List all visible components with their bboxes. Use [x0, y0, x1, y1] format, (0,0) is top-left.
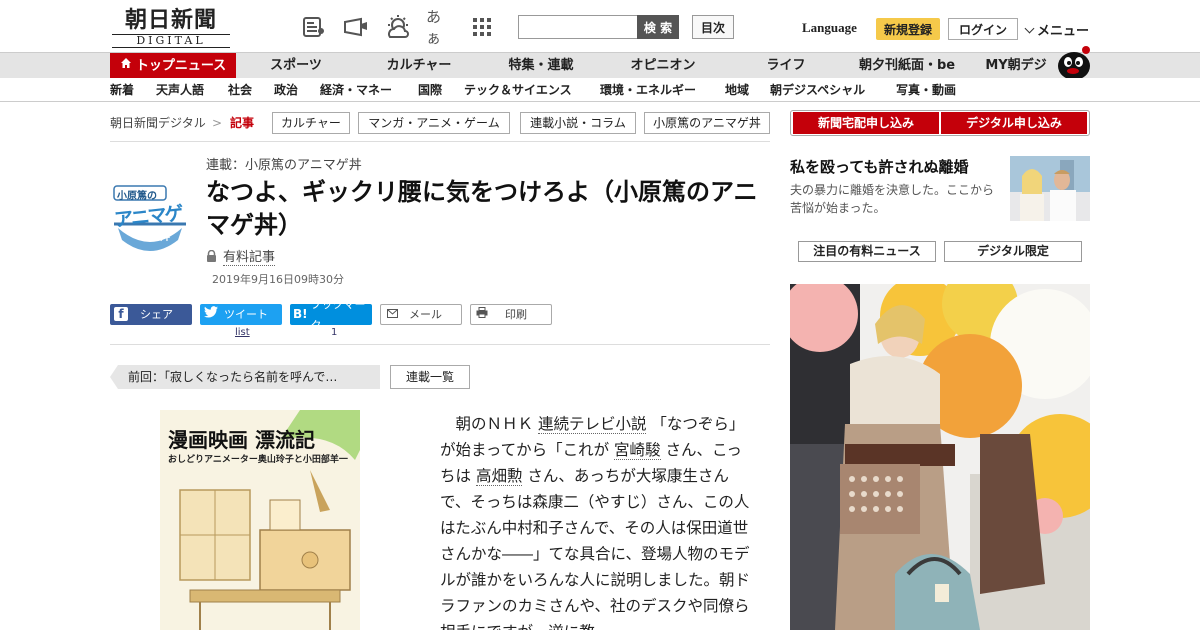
text-size-label: あぁ: [426, 8, 442, 47]
twitter-share-button[interactable]: ツイート: [200, 304, 282, 325]
language-link[interactable]: Language: [802, 20, 857, 36]
breadcrumb-current: 記事: [230, 116, 255, 130]
tag-animage-don[interactable]: 小原篤のアニマゲ丼: [644, 112, 770, 134]
nav-my-asahi[interactable]: MY朝デジ: [980, 53, 1052, 79]
twitter-share-label: ツイート: [224, 308, 268, 321]
primary-nav: トップニュース スポーツ カルチャー 特集・連載 オピニオン ライフ 朝夕刊紙面…: [0, 52, 1200, 79]
book-cover-image[interactable]: 漫画映画 漂流記 おしどりアニメーター奥山玲子と小田部羊一: [160, 410, 360, 630]
toc-button[interactable]: 目次: [692, 15, 734, 39]
twitter-count[interactable]: list: [235, 327, 250, 338]
chevron-down-icon: [1024, 23, 1035, 34]
newspaper-icon[interactable]: [300, 14, 328, 40]
breadcrumb-divider: [110, 141, 770, 142]
book-cover-subtitle: おしどりアニメーター奥山玲子と小田部羊一: [168, 455, 348, 465]
menu-label: メニュー: [1037, 24, 1090, 39]
sidebar-headline[interactable]: 私を殴っても許されぬ離婚: [790, 156, 969, 177]
search-input[interactable]: [518, 15, 638, 39]
article-body: 朝のＮＨＫ 連続テレビ小説 「なつぞら」が始まってから「これが 宮崎駿 さん、こ…: [440, 411, 750, 630]
mail-share-button[interactable]: メール: [380, 304, 462, 325]
sidebar-thumbnail[interactable]: [1010, 156, 1090, 221]
nav2-environment[interactable]: 環境・エネルギー: [600, 78, 696, 102]
tag-serial-column[interactable]: 連載小説・コラム: [520, 112, 636, 134]
print-button[interactable]: 印刷: [470, 304, 552, 325]
paid-label[interactable]: 有料記事: [223, 246, 276, 266]
newspaper-subscribe-button[interactable]: 新聞宅配申し込み: [793, 112, 939, 134]
facebook-icon: f: [110, 304, 132, 325]
twitter-icon: [200, 304, 222, 325]
nav2-tech[interactable]: テック＆サイエンス: [464, 78, 572, 102]
series-thumbnail[interactable]: 小原篤の アニマゲ 丼: [110, 178, 190, 258]
paid-article-indicator: 有料記事: [206, 246, 276, 266]
digital-subscribe-button[interactable]: デジタル申し込み: [941, 112, 1087, 134]
nav-top-news[interactable]: トップニュース: [110, 53, 236, 79]
sidebar-description: 夫の暴力に離婚を決意した。ここから苦悩が始まった。: [790, 183, 995, 215]
facebook-share-label: シェア: [140, 308, 173, 321]
facebook-share-button[interactable]: f シェア: [110, 304, 192, 325]
weather-icon[interactable]: [384, 14, 412, 40]
login-button[interactable]: ログイン: [948, 18, 1018, 40]
nav2-politics[interactable]: 政治: [274, 78, 298, 102]
register-button[interactable]: 新規登録: [876, 18, 940, 40]
mascot-icon: [1058, 46, 1090, 80]
nav-culture[interactable]: カルチャー: [376, 53, 462, 79]
breadcrumb-separator: >: [212, 116, 223, 130]
link-miyazaki[interactable]: 宮崎駿: [614, 441, 661, 460]
logo-jp: 朝日新聞: [124, 7, 217, 33]
nav-paper[interactable]: 朝夕刊紙面・be: [852, 53, 962, 79]
share-divider: [110, 344, 770, 345]
mail-share-label: メール: [409, 308, 442, 321]
nav-features[interactable]: 特集・連載: [496, 53, 586, 79]
hatena-count[interactable]: 1: [331, 327, 337, 338]
apps-grid-icon[interactable]: [468, 14, 496, 40]
prev-arrow-icon: [110, 365, 118, 389]
nav-opinion[interactable]: オピニオン: [620, 53, 706, 79]
tag-culture[interactable]: カルチャー: [272, 112, 350, 134]
series-label[interactable]: 連載：小原篤のアニマゲ丼: [206, 154, 362, 173]
megaphone-icon[interactable]: [342, 14, 370, 40]
print-icon: [471, 304, 493, 325]
nav-life[interactable]: ライフ: [756, 53, 816, 79]
nav2-special[interactable]: 朝デジスペシャル: [770, 78, 865, 102]
logo-en: DIGITAL: [112, 34, 230, 48]
advertisement-image[interactable]: [790, 284, 1090, 630]
book-cover-title: 漫画映画 漂流記: [168, 428, 315, 452]
link-asadora[interactable]: 連続テレビ小説: [537, 415, 647, 434]
previous-article-link[interactable]: 前回：「寂しくなったら名前を呼んで…: [118, 365, 380, 389]
breadcrumb-home[interactable]: 朝日新聞デジタル: [110, 113, 206, 133]
tab-featured-paid-news[interactable]: 注目の有料ニュース: [798, 241, 936, 262]
home-icon: [120, 53, 132, 79]
body-text-1: 朝のＮＨＫ: [455, 415, 534, 433]
nav-top-news-label: トップニュース: [135, 58, 227, 74]
series-thumb-text: 小原篤の: [117, 191, 157, 202]
article-title: なつよ、ギックリ腰に気をつけろよ（小原篤のアニマゲ丼）: [206, 178, 758, 239]
hatena-icon: B!: [292, 307, 308, 321]
link-takahata[interactable]: 高畑勲: [475, 467, 523, 486]
print-label: 印刷: [505, 308, 527, 321]
nav2-region[interactable]: 地域: [725, 78, 749, 102]
asahi-logo[interactable]: 朝日新聞 DIGITAL: [112, 8, 230, 48]
tab-digital-only[interactable]: デジタル限定: [944, 241, 1082, 262]
site-header: 朝日新聞 DIGITAL あぁ 検 索 目次 Language 新規登録 ログイ…: [0, 0, 1200, 52]
nav2-photo[interactable]: 写真・動画: [896, 78, 956, 102]
hatena-bookmark-button[interactable]: B! ブックマーク: [290, 298, 372, 332]
header-icon-row: あぁ: [300, 8, 496, 47]
mail-icon: [381, 304, 403, 325]
nav2-society[interactable]: 社会: [228, 78, 252, 102]
series-list-button[interactable]: 連載一覧: [390, 365, 470, 389]
tag-manga-anime-game[interactable]: マンガ・アニメ・ゲーム: [358, 112, 510, 134]
secondary-nav: 新着 天声人語 社会 政治 経済・マネー 国際 テック＆サイエンス 環境・エネル…: [0, 78, 1200, 102]
nav2-new[interactable]: 新着: [110, 78, 134, 102]
search-button[interactable]: 検 索: [637, 15, 679, 39]
text-size-icon[interactable]: あぁ: [426, 8, 454, 47]
body-text-4: さん、あっちが大塚康生さんで、そっちは森康二（やすじ）さん、この人はたぶん中村和…: [440, 467, 751, 630]
menu-button[interactable]: メニュー: [1024, 20, 1090, 39]
series-thumb-bowl: 丼: [160, 232, 170, 243]
nav-sports[interactable]: スポーツ: [256, 53, 336, 79]
lock-icon: [207, 250, 216, 262]
publish-date: 2019年9月16日09時30分: [212, 273, 344, 286]
hatena-bookmark-label: ブックマーク: [310, 297, 366, 332]
nav2-economy[interactable]: 経済・マネー: [320, 78, 392, 102]
nav2-tensei[interactable]: 天声人語: [156, 78, 204, 102]
nav2-international[interactable]: 国際: [418, 78, 442, 102]
